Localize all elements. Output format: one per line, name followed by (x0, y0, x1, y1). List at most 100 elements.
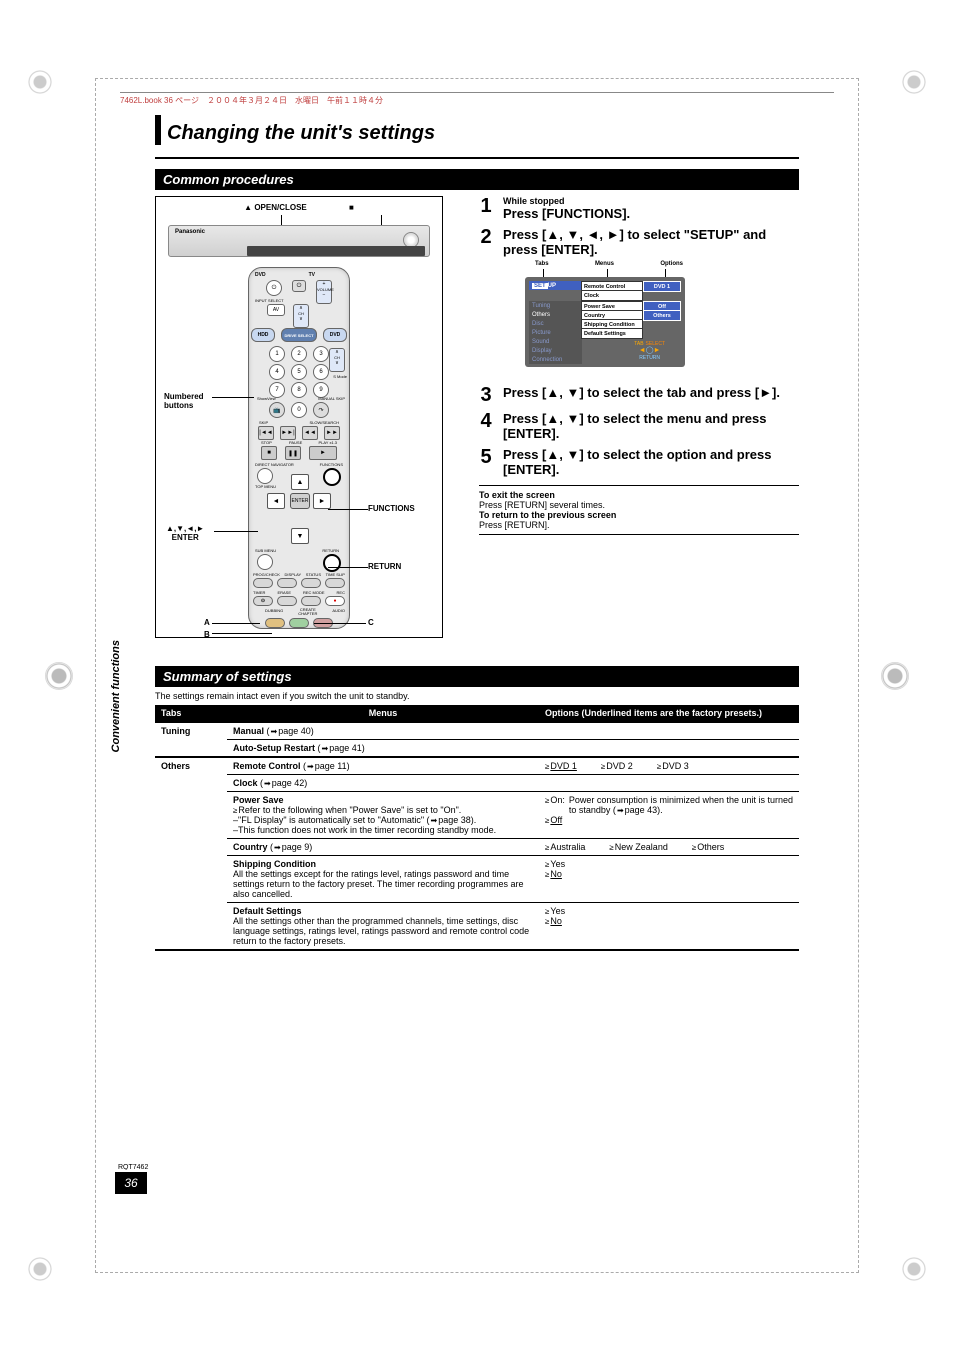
stop-label: STOP (261, 440, 272, 445)
step-1-text: Press [FUNCTIONS]. (503, 206, 799, 221)
powersave-note3: –This function does not work in the time… (233, 825, 496, 835)
pause-label: PAUSE (289, 440, 302, 445)
row-others-remote: Others Remote Control (page 11) DVD 1 DV… (155, 757, 799, 775)
num-8-button: 8 (291, 382, 307, 398)
section-summary: Summary of settings (155, 666, 799, 687)
timeslip-label: TIME SLIP (326, 572, 345, 577)
brand-label: Panasonic (175, 229, 205, 235)
step-5-number: 5 (479, 447, 493, 477)
tab-picture: Picture (529, 328, 582, 337)
ch-down-icon: ∨ (294, 316, 308, 322)
timeslip-button (325, 578, 345, 588)
manualskip-label: MANUAL SKIP (318, 396, 345, 401)
tab-others: Others (529, 310, 582, 319)
menu-remote-control: Remote Control (233, 761, 301, 771)
opt-australia: Australia (545, 842, 585, 852)
progcheck-label: PROG/CHECK (253, 572, 280, 577)
smode-label: S Mode (333, 374, 347, 379)
dpad-down: ▼ (291, 528, 309, 544)
manualskip-button: ↷ (313, 402, 329, 418)
display-label: DISPLAY (285, 572, 302, 577)
powersave-off: Off (550, 815, 562, 825)
shipping-desc: All the settings except for the ratings … (233, 869, 523, 899)
status-label: STATUS (306, 572, 321, 577)
open-close-label: ▲ OPEN/CLOSE ■ (244, 203, 354, 212)
hdd-button: HDD (251, 328, 275, 342)
return-callout: RETURN (368, 563, 401, 572)
rew-button: ◄◄ (302, 426, 318, 440)
front-panel (247, 246, 425, 256)
nav-cross-hint: TAB SELECT ◄◯► RETURN (634, 340, 665, 361)
menu-default: Default Settings (233, 906, 302, 916)
menu-powersave: Power Save (233, 795, 284, 805)
menus-column-label: Menus (595, 261, 614, 267)
timer-label: TIMER (253, 590, 265, 595)
opt-dvd1: DVD 1 (550, 761, 577, 771)
step-4-number: 4 (479, 411, 493, 441)
remote-diagram: ▲ OPEN/CLOSE ■ Panasonic DVD TV (155, 196, 443, 638)
row-tuning-manual: Tuning Manual (page 40) (155, 722, 799, 740)
row-others-clock: Clock (page 42) (155, 775, 799, 792)
prev-body: Press [RETURN]. (479, 520, 550, 530)
manual-page-ref: page 40) (278, 726, 314, 736)
step-2-text: Press [▲, ▼, ◄, ►] to select "SETUP" and… (503, 227, 799, 257)
crop-mark-bl (28, 1257, 52, 1281)
tab-others-label: Others (155, 757, 227, 775)
section-common-procedures: Common procedures (155, 169, 799, 190)
exit-body: Press [RETURN] several times. (479, 500, 605, 510)
crop-mark-tr (902, 70, 926, 94)
step-1-number: 1 (479, 196, 493, 221)
num-1-button: 1 (269, 346, 285, 362)
crop-mark-br (902, 1257, 926, 1281)
recmode-button (301, 596, 321, 606)
hdr-menus: Menus (227, 705, 539, 722)
tab-setup-left: SETUP (529, 281, 582, 290)
dpad: ▲ ▼ ◄ ► ENTER (263, 474, 335, 526)
functions-small-label: FUNCTIONS (320, 462, 343, 467)
directnav-label: DIRECT NAVIGATOR (255, 462, 294, 467)
skip-label: SKIP (259, 420, 268, 425)
default-desc: All the settings other than the programm… (233, 916, 529, 946)
progcheck-button (253, 578, 273, 588)
crop-mark-tl (28, 70, 52, 94)
step-5-text: Press [▲, ▼] to select the option and pr… (503, 447, 799, 477)
powersave-note1: Refer to the following when "Power Save"… (233, 805, 461, 815)
clock-page-ref: page 42) (272, 778, 308, 788)
leader-a (212, 623, 260, 624)
dvd-section-label: DVD (255, 272, 266, 278)
hdr-options: Options (Underlined items are the factor… (539, 705, 799, 722)
ch-rocker-2: ∧ CH ∨ (329, 348, 345, 372)
submenu-button (257, 554, 273, 570)
step-2-number: 2 (479, 227, 493, 379)
skip-back-button: |◄◄ (258, 426, 274, 440)
powersave-on-label: On: (545, 795, 565, 815)
default-yes: Yes (545, 906, 565, 916)
row-others-powersave: Power Save Refer to the following when "… (155, 792, 799, 839)
rec-button: ● (325, 596, 345, 606)
tab-sound: Sound (529, 337, 582, 346)
showview-label: ShowView (257, 396, 276, 401)
row-others-default: Default Settings All the settings other … (155, 903, 799, 951)
skip-fwd-button: ►►| (280, 426, 296, 440)
open-close-text: OPEN/CLOSE (254, 203, 306, 212)
rec-label: REC (337, 590, 345, 595)
tab-tuning: Tuning (529, 301, 582, 310)
registration-mark-left (45, 662, 73, 690)
showview-button: 📺 (269, 402, 285, 418)
opt-dvd3: DVD 3 (657, 761, 689, 771)
create-chapter-button (289, 618, 309, 628)
ff-button: ►► (324, 426, 340, 440)
hdr-tabs: Tabs (155, 705, 227, 722)
title-underline (155, 157, 799, 159)
num-6-button: 6 (313, 364, 329, 380)
return-small-label: RETURN (322, 548, 339, 553)
functions-callout: FUNCTIONS (368, 505, 415, 514)
powersave-note2: –"FL Display" is automatically set to "A… (233, 815, 430, 825)
audio-label: AUDIO (332, 608, 345, 615)
setup-menu-diagram: Tabs Menus Options SETUP (525, 261, 685, 371)
dpad-left: ◄ (267, 493, 285, 509)
auto-page-ref: page 41) (329, 743, 365, 753)
summary-intro: The settings remain intact even if you s… (155, 687, 799, 705)
erase-button (277, 596, 297, 606)
erase-label: ERASE (277, 590, 291, 595)
